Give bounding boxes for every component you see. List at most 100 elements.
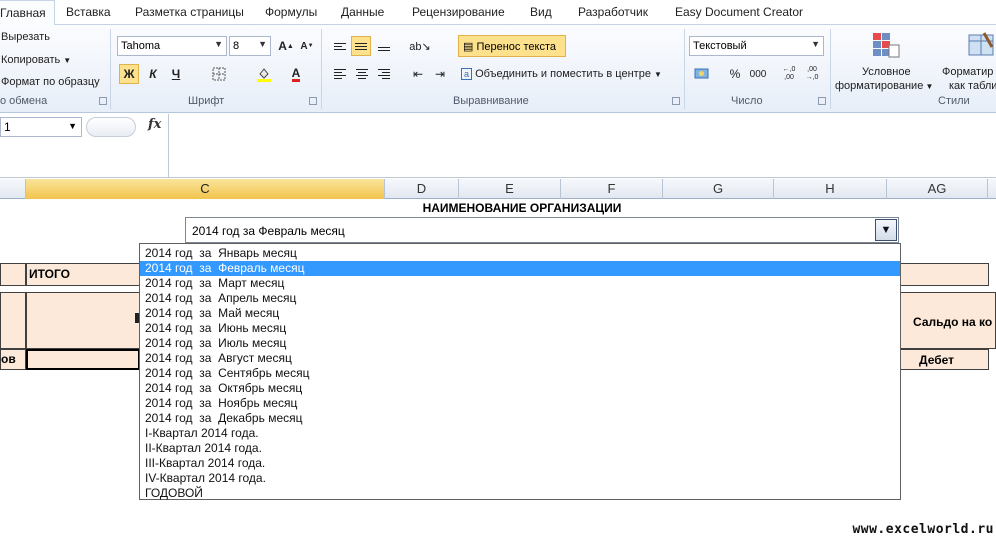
total-label: ИТОГО	[26, 263, 140, 286]
tab-developer[interactable]: Разработчик	[578, 5, 648, 19]
dropdown-option[interactable]: 2014 год за Ноябрь месяц	[140, 396, 900, 411]
decrease-indent-icon[interactable]: ⇤	[408, 64, 428, 84]
period-select[interactable]: 2014 год за Февраль месяц ▼	[185, 217, 899, 243]
dropdown-option[interactable]: 2014 год за Май месяц	[140, 306, 900, 321]
increase-indent-icon[interactable]: ⇥	[430, 64, 450, 84]
grow-font-icon[interactable]: A ▲	[276, 36, 296, 56]
conditional-formatting-button[interactable]: Условное форматирование ▼	[834, 29, 938, 93]
column-header-e[interactable]: E	[459, 179, 561, 199]
table-cell[interactable]	[0, 292, 26, 349]
cut-button[interactable]: Вырезать	[1, 31, 50, 43]
dropdown-option[interactable]: 2014 год за Сентябрь месяц	[140, 366, 900, 381]
formula-input[interactable]	[168, 114, 996, 177]
dropdown-option[interactable]: II-Квартал 2014 года.	[140, 441, 900, 456]
dropdown-option[interactable]: III-Квартал 2014 года.	[140, 456, 900, 471]
font-size-combo[interactable]: 8 ▼	[229, 36, 271, 56]
thousands-button[interactable]: 000	[748, 64, 768, 84]
shrink-font-icon[interactable]: A ▼	[297, 36, 317, 56]
column-header-h[interactable]: H	[774, 179, 887, 199]
format-painter-button[interactable]: Формат по образцу	[1, 76, 100, 88]
tab-view[interactable]: Вид	[530, 5, 552, 19]
dropdown-option[interactable]: 2014 год за Июнь месяц	[140, 321, 900, 336]
align-center-icon[interactable]	[352, 64, 372, 84]
column-header-ag[interactable]: AG	[887, 179, 988, 199]
merge-center-button[interactable]: a Объединить и поместить в центре ▼	[461, 68, 662, 80]
tab-data[interactable]: Данные	[341, 5, 384, 19]
clipboard-launcher-icon[interactable]	[99, 97, 107, 105]
org-title: НАИМЕНОВАНИЕ ОРГАНИЗАЦИИ	[422, 201, 622, 215]
font-launcher-icon[interactable]	[309, 97, 317, 105]
dropdown-option[interactable]: IV-Квартал 2014 года.	[140, 471, 900, 486]
fill-color-icon[interactable]	[254, 64, 274, 84]
decrease-decimal-icon[interactable]: ,00 →,0	[802, 64, 822, 84]
formula-bar-resize-handle[interactable]	[86, 117, 136, 137]
divider	[321, 29, 322, 109]
underline-button[interactable]: Ч	[166, 64, 186, 84]
italic-button[interactable]: К	[143, 64, 163, 84]
chevron-down-icon: ▼	[63, 56, 72, 65]
dropdown-option[interactable]: 2014 год за Октябрь месяц	[140, 381, 900, 396]
active-cell[interactable]	[26, 349, 140, 370]
column-header-d[interactable]: D	[385, 179, 459, 199]
period-dropdown-list[interactable]: 2014 год за Январь месяц 2014 год за Февр…	[139, 243, 901, 500]
dropdown-option[interactable]: 2014 год за Август месяц	[140, 351, 900, 366]
number-launcher-icon[interactable]	[818, 97, 826, 105]
name-box[interactable]: 1 ▼	[0, 117, 82, 137]
column-header-f[interactable]: F	[561, 179, 663, 199]
font-group-label: Шрифт	[188, 95, 225, 107]
bold-button[interactable]: Ж	[119, 64, 139, 84]
conditional-formatting-icon	[871, 31, 901, 62]
align-top-icon[interactable]	[330, 36, 350, 56]
tab-page-layout[interactable]: Разметка страницы	[135, 5, 244, 19]
row-fragment: ов	[0, 349, 26, 370]
table-cell[interactable]	[900, 263, 989, 286]
conditional-formatting-label: Условное	[862, 66, 911, 78]
table-cell[interactable]	[0, 263, 26, 286]
dropdown-arrow-icon[interactable]: ▼	[875, 219, 897, 241]
dropdown-option[interactable]: ГОДОВОЙ	[140, 486, 900, 501]
column-headers: C D E F G H AG	[0, 179, 996, 199]
debet-header: Дебет	[900, 349, 989, 370]
wrap-text-button[interactable]: ▤ Перенос текста	[458, 35, 566, 57]
conditional-formatting-label2: форматирование ▼	[835, 80, 933, 92]
tab-easy-document-creator[interactable]: Easy Document Creator	[675, 5, 803, 19]
tab-formulas[interactable]: Формулы	[265, 5, 317, 19]
merge-label: Объединить и поместить в центре	[475, 68, 651, 80]
wrap-text-label: Перенос текста	[476, 41, 556, 53]
table-cell[interactable]	[26, 292, 140, 349]
column-header-g[interactable]: G	[663, 179, 774, 199]
column-header-blank[interactable]	[0, 179, 26, 199]
font-name-combo[interactable]: Tahoma ▼	[117, 36, 227, 56]
chevron-down-icon: ▼	[258, 39, 267, 49]
align-left-icon[interactable]	[330, 64, 350, 84]
number-format-combo[interactable]: Текстовый ▼	[689, 36, 824, 56]
tab-insert[interactable]: Вставка	[66, 5, 111, 19]
alignment-launcher-icon[interactable]	[672, 97, 680, 105]
tab-review[interactable]: Рецензирование	[412, 5, 505, 19]
orientation-icon[interactable]: ab↘	[409, 36, 430, 56]
currency-icon[interactable]	[692, 64, 712, 84]
align-bottom-icon[interactable]	[374, 36, 394, 56]
copy-button[interactable]: Копировать ▼	[1, 54, 71, 66]
borders-icon[interactable]	[209, 64, 229, 84]
fx-icon[interactable]: fx	[148, 117, 161, 132]
dropdown-option[interactable]: 2014 год за Апрель месяц	[140, 291, 900, 306]
percent-button[interactable]: %	[725, 64, 745, 84]
dropdown-option[interactable]: 2014 год за Март месяц	[140, 276, 900, 291]
align-right-icon[interactable]	[374, 64, 394, 84]
dropdown-option[interactable]: 2014 год за Декабрь месяц	[140, 411, 900, 426]
dropdown-option[interactable]: 2014 год за Январь месяц	[140, 246, 900, 261]
dropdown-option[interactable]: 2014 год за Февраль месяц	[140, 261, 900, 276]
format-as-table-button[interactable]: Форматир как табли	[940, 29, 996, 93]
increase-decimal-icon[interactable]: ←,0 ,00	[779, 64, 799, 84]
tab-home[interactable]: Главная	[0, 0, 55, 26]
dropdown-option[interactable]: I-Квартал 2014 года.	[140, 426, 900, 441]
align-middle-icon[interactable]	[351, 36, 371, 56]
number-format-value: Текстовый	[693, 40, 747, 52]
font-color-icon[interactable]: A	[286, 64, 306, 84]
alignment-group-label: Выравнивание	[453, 95, 529, 107]
conditional-formatting-label2-text: форматирование	[835, 80, 924, 92]
ribbon: Вырезать Копировать ▼ Формат по образцу …	[0, 25, 996, 113]
column-header-c[interactable]: C	[26, 179, 385, 199]
dropdown-option[interactable]: 2014 год за Июль месяц	[140, 336, 900, 351]
